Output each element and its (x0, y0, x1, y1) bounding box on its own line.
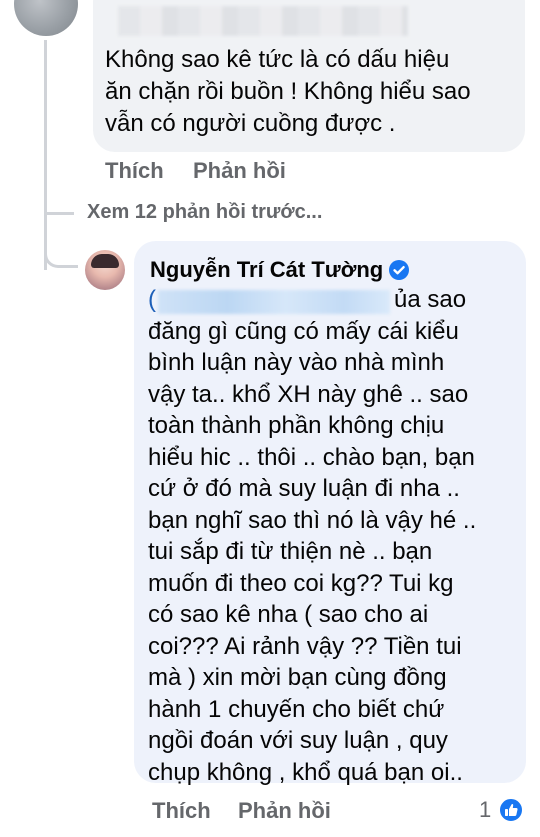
reply-text-line: đăng gì cũng có mấy cái kiểu (148, 317, 459, 345)
reply-text-line: tui sắp đi từ thiện nè .. bạn (148, 538, 433, 565)
like-button[interactable]: Thích (152, 798, 211, 824)
reply-button[interactable]: Phản hồi (193, 158, 286, 184)
view-previous-replies-link[interactable]: Xem 12 phản hồi trước... (87, 201, 322, 224)
reply-text-line: mà ) xin mời bạn cùng đồng (148, 664, 447, 691)
reply-text-line: bạn nghĩ sao thì nó là vậy hé .. (148, 506, 477, 534)
comment-text: Không sao kê tức là có dấu hiệu ăn chặn … (105, 44, 515, 140)
like-reaction-icon[interactable] (498, 797, 524, 823)
blurred-commenter-name (118, 6, 408, 36)
like-button[interactable]: Thích (105, 158, 164, 184)
comment-text-line: ăn chặn rồi buồn ! Không hiểu sao (105, 78, 471, 105)
thread-branch-curve (44, 238, 78, 268)
commenter-avatar[interactable] (14, 0, 78, 36)
reply-button[interactable]: Phản hồi (238, 798, 331, 824)
reply-text-line: hành 1 chuyến cho biết chứ (148, 695, 445, 723)
reply-text: ủa sao đăng gì cũng có mấy cái kiểu bình… (148, 284, 518, 788)
reply-text-line: ủa sao (394, 286, 467, 313)
reply-text-line: muốn đi theo coi kg?? Tui kg (148, 569, 454, 597)
reply-text-line: toàn thành phần không chịu (148, 412, 445, 439)
reply-text-line: ngồi đoán với suy luận , quy (148, 727, 448, 754)
reply-text-line: coi??? Ai rảnh vậy ?? Tiền tui (148, 632, 462, 660)
reaction-count[interactable]: 1 (479, 797, 491, 823)
reply-text-line: vậy ta.. khổ XH này ghê .. sao (148, 380, 469, 408)
reply-text-line: cứ ở đó mà suy luận đi nha .. (148, 475, 460, 502)
comment-text-line: Không sao kê tức là có dấu hiệu (105, 46, 450, 73)
reply-text-line: hiểu hic .. thôi .. chào bạn, bạn (148, 443, 475, 471)
reply-author-name[interactable]: Nguyễn Trí Cát Tường (150, 257, 383, 283)
comment-text-line: vẫn có người cuồng được . (105, 110, 396, 137)
thread-line (44, 40, 47, 270)
verified-badge-icon (389, 260, 409, 280)
thread-branch (44, 212, 74, 215)
reply-text-line: chụp không , khổ quá bạn oi.. (148, 758, 463, 786)
reply-text-line: bình luận này vào nhà mình (148, 349, 445, 376)
reply-author-avatar[interactable] (85, 250, 125, 290)
reply-text-line: có sao kê nha ( sao cho ai (148, 601, 429, 628)
